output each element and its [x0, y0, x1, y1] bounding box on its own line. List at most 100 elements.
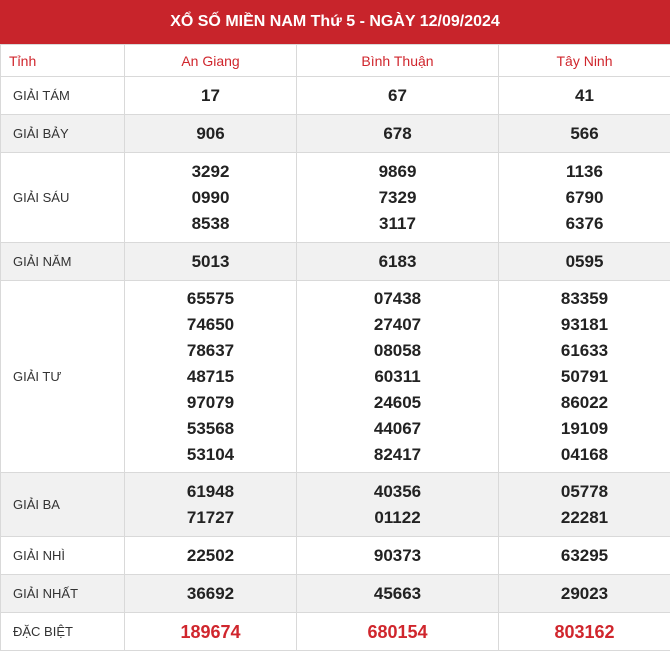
winning-number: 65575	[125, 286, 296, 312]
winning-number: 29023	[499, 581, 670, 607]
prize-cell: 6183	[297, 243, 499, 281]
winning-number: 41	[499, 83, 670, 109]
prize-cell: 5013	[125, 243, 297, 281]
winning-number: 0990	[125, 185, 296, 211]
winning-number: 93181	[499, 312, 670, 338]
winning-number: 71727	[125, 505, 296, 531]
prize-label: GIẢI SÁU	[1, 153, 125, 243]
prize-cell: 189674	[125, 613, 297, 651]
province-tay-ninh-header[interactable]: Tây Ninh	[499, 45, 670, 77]
winning-number: 6790	[499, 185, 670, 211]
winning-number: 678	[297, 121, 498, 147]
prize-cell: 07438274070805860311246054406782417	[297, 281, 499, 473]
results-body: GIẢI TÁM176741GIẢI BẢY906678566GIẢI SÁU3…	[1, 77, 670, 651]
prize-label: GIẢI TÁM	[1, 77, 125, 115]
prize-cell: 67	[297, 77, 499, 115]
winning-number: 566	[499, 121, 670, 147]
results-table: Tỉnh An Giang Bình Thuận Tây Ninh GIẢI T…	[0, 44, 670, 651]
prize-cell: 566	[499, 115, 670, 153]
page-title: XỔ SỐ MIỀN NAM Thứ 5 - NGÀY 12/09/2024	[0, 0, 670, 44]
winning-number: 19109	[499, 416, 670, 442]
prize-cell: 678	[297, 115, 499, 153]
winning-number: 9869	[297, 159, 498, 185]
winning-number: 27407	[297, 312, 498, 338]
winning-number: 05778	[499, 479, 670, 505]
winning-number: 22502	[125, 543, 296, 569]
winning-number: 24605	[297, 390, 498, 416]
prize-cell: 36692	[125, 575, 297, 613]
winning-number: 78637	[125, 338, 296, 364]
winning-number: 0595	[499, 249, 670, 275]
winning-number: 86022	[499, 390, 670, 416]
prize-cell: 6194871727	[125, 473, 297, 537]
winning-number: 7329	[297, 185, 498, 211]
winning-number: 189674	[125, 619, 296, 645]
prize-cell: 4035601122	[297, 473, 499, 537]
winning-number: 1136	[499, 159, 670, 185]
prize-cell: 65575746507863748715970795356853104	[125, 281, 297, 473]
winning-number: 6183	[297, 249, 498, 275]
winning-number: 82417	[297, 442, 498, 468]
province-an-giang-header[interactable]: An Giang	[125, 45, 297, 77]
province-binh-thuan-header[interactable]: Bình Thuận	[297, 45, 499, 77]
prize-cell: 45663	[297, 575, 499, 613]
prize-cell: 0577822281	[499, 473, 670, 537]
winning-number: 50791	[499, 364, 670, 390]
prize-cell: 113667906376	[499, 153, 670, 243]
prize-cell: 329209908538	[125, 153, 297, 243]
winning-number: 07438	[297, 286, 498, 312]
winning-number: 61633	[499, 338, 670, 364]
prize-cell: 0595	[499, 243, 670, 281]
winning-number: 44067	[297, 416, 498, 442]
winning-number: 803162	[499, 619, 670, 645]
prize-label: GIẢI NHẤT	[1, 575, 125, 613]
prize-label: GIẢI TƯ	[1, 281, 125, 473]
winning-number: 63295	[499, 543, 670, 569]
prize-cell: 63295	[499, 537, 670, 575]
prize-cell: 986973293117	[297, 153, 499, 243]
prize-label: ĐẶC BIỆT	[1, 613, 125, 651]
prize-cell: 906	[125, 115, 297, 153]
winning-number: 906	[125, 121, 296, 147]
prize-row-giai-tu: GIẢI TƯ655757465078637487159707953568531…	[1, 281, 670, 473]
winning-number: 8538	[125, 211, 296, 237]
winning-number: 45663	[297, 581, 498, 607]
prize-cell: 83359931816163350791860221910904168	[499, 281, 670, 473]
winning-number: 60311	[297, 364, 498, 390]
prize-row-giai-ba: GIẢI BA619487172740356011220577822281	[1, 473, 670, 537]
winning-number: 17	[125, 83, 296, 109]
prize-cell: 803162	[499, 613, 670, 651]
lottery-results-panel: XỔ SỐ MIỀN NAM Thứ 5 - NGÀY 12/09/2024 T…	[0, 0, 670, 643]
prize-row-giai-sau: GIẢI SÁU32920990853898697329311711366790…	[1, 153, 670, 243]
prize-cell: 29023	[499, 575, 670, 613]
prize-label: GIẢI BA	[1, 473, 125, 537]
province-column-header: Tỉnh	[1, 45, 125, 77]
winning-number: 53568	[125, 416, 296, 442]
winning-number: 74650	[125, 312, 296, 338]
winning-number: 5013	[125, 249, 296, 275]
prize-cell: 90373	[297, 537, 499, 575]
prize-row-giai-tam: GIẢI TÁM176741	[1, 77, 670, 115]
winning-number: 90373	[297, 543, 498, 569]
winning-number: 53104	[125, 442, 296, 468]
prize-cell: 41	[499, 77, 670, 115]
winning-number: 36692	[125, 581, 296, 607]
winning-number: 3117	[297, 211, 498, 237]
winning-number: 6376	[499, 211, 670, 237]
winning-number: 67	[297, 83, 498, 109]
winning-number: 08058	[297, 338, 498, 364]
prize-label: GIẢI BẢY	[1, 115, 125, 153]
winning-number: 61948	[125, 479, 296, 505]
winning-number: 680154	[297, 619, 498, 645]
header-row: Tỉnh An Giang Bình Thuận Tây Ninh	[1, 45, 670, 77]
prize-row-dac-biet: ĐẶC BIỆT189674680154803162	[1, 613, 670, 651]
winning-number: 04168	[499, 442, 670, 468]
winning-number: 48715	[125, 364, 296, 390]
prize-row-giai-nhi: GIẢI NHÌ225029037363295	[1, 537, 670, 575]
winning-number: 22281	[499, 505, 670, 531]
prize-cell: 680154	[297, 613, 499, 651]
prize-row-giai-nam: GIẢI NĂM501361830595	[1, 243, 670, 281]
prize-row-giai-nhat: GIẢI NHẤT366924566329023	[1, 575, 670, 613]
winning-number: 01122	[297, 505, 498, 531]
prize-label: GIẢI NĂM	[1, 243, 125, 281]
